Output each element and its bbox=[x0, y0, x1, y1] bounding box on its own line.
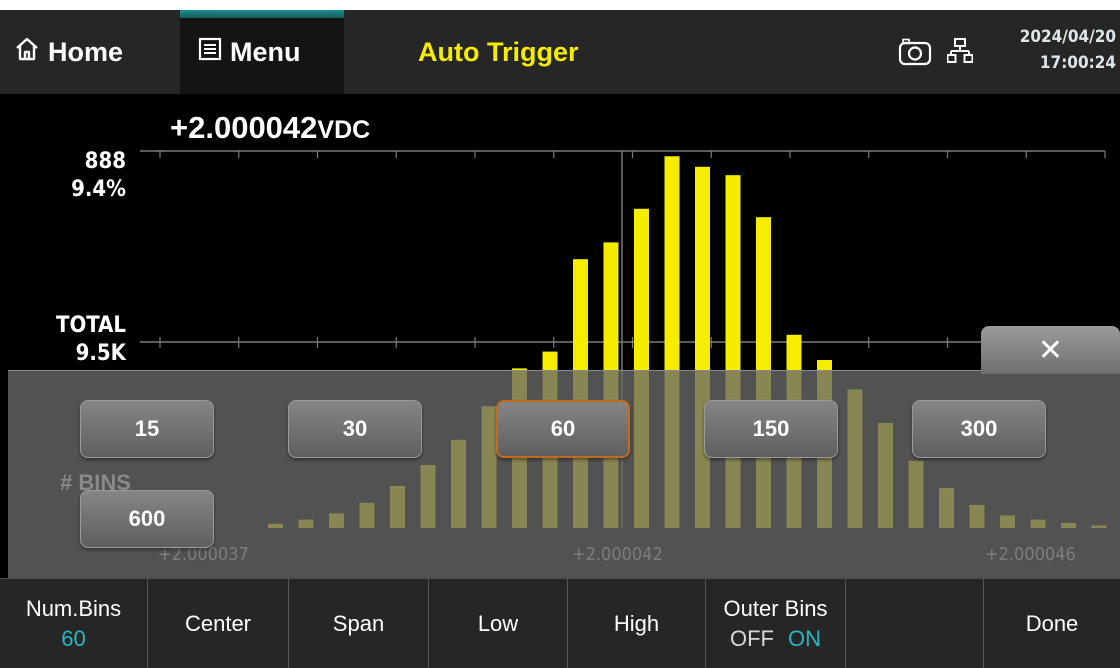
menu-button[interactable]: Menu bbox=[180, 10, 344, 94]
network-icon bbox=[946, 37, 974, 70]
softkey-outer-bins[interactable]: Outer Bins OFF ON bbox=[706, 579, 846, 668]
date-text: 2024/04/20 bbox=[1019, 27, 1116, 47]
softkey-num-bins[interactable]: Num.Bins 60 bbox=[0, 579, 148, 668]
outer-bins-label: Outer Bins bbox=[723, 596, 828, 621]
measurement-reading: +2.000042VDC bbox=[170, 110, 370, 146]
bins-option-30[interactable]: 30 bbox=[288, 400, 422, 458]
num-bins-value: 60 bbox=[61, 626, 86, 651]
total-value: 9.5K bbox=[75, 341, 126, 366]
time-text: 17:00:24 bbox=[1039, 53, 1116, 73]
top-bar: Home Menu Auto Trigger 2024/04/20 17:00:… bbox=[0, 10, 1120, 94]
x-axis-center-label: +2.000042 bbox=[572, 544, 663, 565]
x-axis-max-label: +2.000046 bbox=[985, 544, 1076, 565]
home-label: Home bbox=[48, 36, 124, 67]
max-count-label: 888 bbox=[84, 149, 126, 174]
datetime: 2024/04/20 17:00:24 bbox=[1020, 24, 1116, 76]
menu-icon bbox=[198, 37, 230, 68]
camera-icon[interactable] bbox=[898, 37, 932, 72]
home-button[interactable]: Home bbox=[0, 10, 178, 94]
softkey-center[interactable]: Center bbox=[148, 579, 289, 668]
num-bins-label: Num.Bins bbox=[25, 596, 122, 621]
home-icon bbox=[14, 36, 48, 69]
softkey-span[interactable]: Span bbox=[289, 579, 429, 668]
max-percent-label: 9.4% bbox=[71, 177, 126, 202]
bins-option-150[interactable]: 150 bbox=[704, 400, 838, 458]
softkey-bar: Num.Bins 60 Center Span Low High Outer B… bbox=[0, 578, 1120, 668]
bins-option-15[interactable]: 15 bbox=[80, 400, 214, 458]
outer-bins-off: OFF bbox=[730, 626, 774, 651]
close-icon: ✕ bbox=[1037, 333, 1064, 367]
trigger-mode-label: Auto Trigger bbox=[418, 36, 579, 67]
menu-label: Menu bbox=[230, 36, 301, 67]
softkey-empty bbox=[846, 579, 984, 668]
softkey-high[interactable]: High bbox=[568, 579, 706, 668]
total-label: TOTAL bbox=[55, 313, 126, 338]
reading-unit: VDC bbox=[317, 116, 371, 144]
bins-option-60[interactable]: 60 bbox=[496, 400, 630, 458]
outer-bins-on: ON bbox=[788, 626, 821, 651]
instrument-screen: Home Menu Auto Trigger 2024/04/20 17:00:… bbox=[0, 10, 1120, 668]
bins-option-300[interactable]: 300 bbox=[912, 400, 1046, 458]
bins-option-600[interactable]: 600 bbox=[80, 490, 214, 548]
softkey-low[interactable]: Low bbox=[429, 579, 568, 668]
close-panel-button[interactable]: ✕ bbox=[981, 326, 1120, 374]
reading-value: +2.000042 bbox=[170, 110, 318, 145]
softkey-done[interactable]: Done bbox=[984, 579, 1120, 668]
